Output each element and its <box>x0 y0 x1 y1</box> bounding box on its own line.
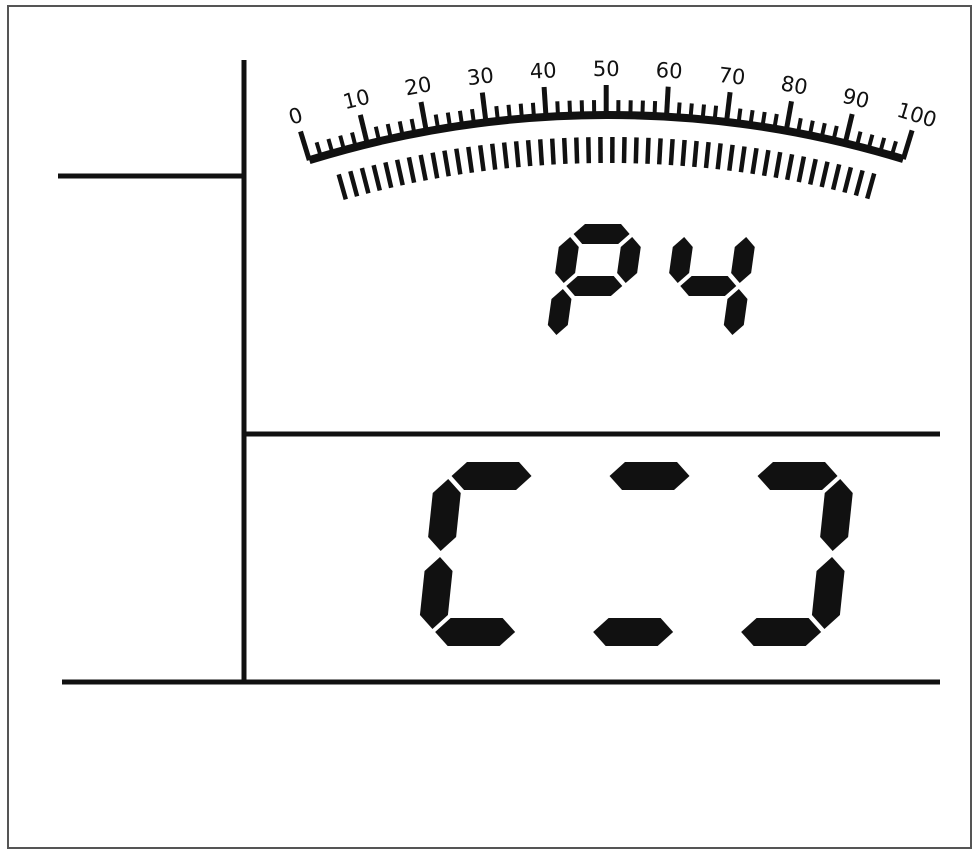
gauge-minor-tick <box>567 100 573 116</box>
gauge-tick-label: 80 <box>779 71 810 99</box>
gauge-bar-segment <box>703 141 711 169</box>
lcd-segment-display: 010 20 30 40 50 60 70 80 90 100 <box>7 5 972 849</box>
gauge-bar-segment <box>680 139 687 167</box>
gauge-minor-tick <box>445 112 453 128</box>
gauge-minor-tick <box>470 108 476 125</box>
gauge-bar-segment <box>668 138 675 166</box>
gauge-bar-segment <box>574 137 580 164</box>
gauge-bar-segment <box>633 137 639 164</box>
gauge-minor-tick <box>457 110 465 126</box>
lcd-display-panel: 0 10 20 30 40 50 60 70 80 90 100 <box>0 0 977 853</box>
gauge-bar-segment <box>489 143 498 170</box>
lower-segment-a <box>757 462 838 490</box>
gauge-bar-segment <box>692 140 699 168</box>
gauge-bar-segment <box>501 142 510 169</box>
gauge-major-tick <box>541 86 549 118</box>
gauge-minor-tick <box>409 118 417 135</box>
gauge-bar-segment <box>656 138 663 165</box>
gauge-tick-label: 50 <box>593 57 620 81</box>
gauge-minor-tick <box>760 111 767 128</box>
gauge-tick-label: 70 <box>717 63 746 90</box>
gauge-minor-tick <box>433 114 441 130</box>
gauge-minor-tick <box>518 103 524 119</box>
gauge-minor-tick <box>494 105 500 122</box>
gauge-minor-tick <box>712 105 719 121</box>
gauge-bar-segment <box>715 143 723 170</box>
gauge-bar-segment <box>621 137 627 164</box>
gauge-minor-tick <box>796 117 803 134</box>
gauge-minor-tick <box>506 104 512 120</box>
gauge-minor-tick <box>530 102 536 118</box>
lower-segment-a <box>609 462 690 490</box>
gauge-minor-tick <box>748 109 755 126</box>
gauge-minor-tick <box>700 104 706 120</box>
gauge-tick-label: 20 <box>403 72 434 100</box>
gauge-bar-segment <box>561 137 568 165</box>
gauge-minor-tick <box>772 113 779 130</box>
lower-segment-d <box>435 618 516 646</box>
lower-segment-d <box>593 618 674 646</box>
gauge-bar-segment <box>549 138 556 165</box>
gauge-bar-segment <box>525 140 533 167</box>
gauge-tick-label: 30 <box>466 63 495 90</box>
gauge-bar-segment <box>645 137 651 164</box>
gauge-tick-label: 40 <box>529 58 557 84</box>
lower-segment-d <box>741 618 822 646</box>
gauge-minor-tick <box>652 101 658 117</box>
gauge-minor-tick <box>676 102 682 118</box>
gauge-major-tick <box>664 86 671 117</box>
gauge-minor-tick <box>555 101 560 117</box>
gauge-tick-label: 60 <box>655 58 683 83</box>
gauge-bar-segment <box>513 141 521 168</box>
panel-frame <box>7 5 972 849</box>
gauge-minor-tick <box>736 108 743 124</box>
lower-segment-a <box>451 462 532 490</box>
gauge-bar-segment <box>586 137 592 164</box>
gauge-minor-tick <box>688 103 694 119</box>
gauge-bar-segment <box>537 139 545 166</box>
gauge-minor-tick <box>640 100 645 116</box>
